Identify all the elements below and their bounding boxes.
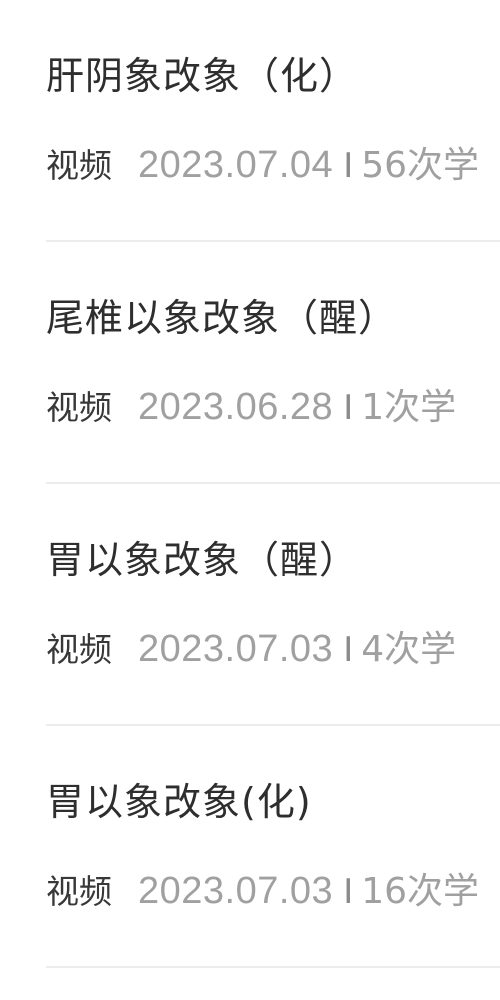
- item-study-count: 56次学: [361, 145, 480, 186]
- meta-separator: I: [343, 630, 354, 670]
- meta-separator: I: [343, 146, 354, 186]
- item-study-count: 16次学: [361, 871, 480, 912]
- item-meta: 视频 2023.07.03 I 16次学: [46, 862, 479, 914]
- divider: [46, 966, 500, 968]
- item-type: 视频: [46, 630, 112, 669]
- list-item[interactable]: 胃以象改象（醒） 视频 2023.07.03 I 4次学: [0, 484, 500, 726]
- item-date: 2023.07.03: [138, 628, 334, 670]
- list-item[interactable]: 肝阴象改象（化） 视频 2023.07.04 I 56次学: [0, 0, 500, 242]
- item-title: 肝阴象改象（化）: [46, 54, 359, 98]
- item-meta: 视频 2023.07.03 I 4次学: [46, 620, 456, 672]
- item-date: 2023.07.04: [138, 144, 334, 186]
- list-item[interactable]: 尾椎以象改象（醒） 视频 2023.06.28 I 1次学: [0, 242, 500, 484]
- item-meta: 视频 2023.06.28 I 1次学: [46, 378, 456, 430]
- item-date: 2023.06.28: [138, 386, 334, 428]
- item-study-count: 4次学: [361, 629, 457, 670]
- item-title: 胃以象改象（醒）: [46, 538, 359, 582]
- list-item[interactable]: 胃以象改象(化) 视频 2023.07.03 I 16次学: [0, 726, 500, 968]
- course-list: 肝阴象改象（化） 视频 2023.07.04 I 56次学 尾椎以象改象（醒） …: [0, 0, 500, 1000]
- item-title: 尾椎以象改象（醒）: [46, 296, 398, 340]
- meta-separator: I: [343, 388, 354, 428]
- item-study-count: 1次学: [361, 387, 457, 428]
- item-type: 视频: [46, 872, 112, 911]
- item-date: 2023.07.03: [138, 870, 334, 912]
- item-type: 视频: [46, 146, 112, 185]
- item-meta: 视频 2023.07.04 I 56次学: [46, 136, 479, 188]
- item-type: 视频: [46, 388, 112, 427]
- item-title: 胃以象改象(化): [46, 780, 312, 824]
- meta-separator: I: [343, 872, 354, 912]
